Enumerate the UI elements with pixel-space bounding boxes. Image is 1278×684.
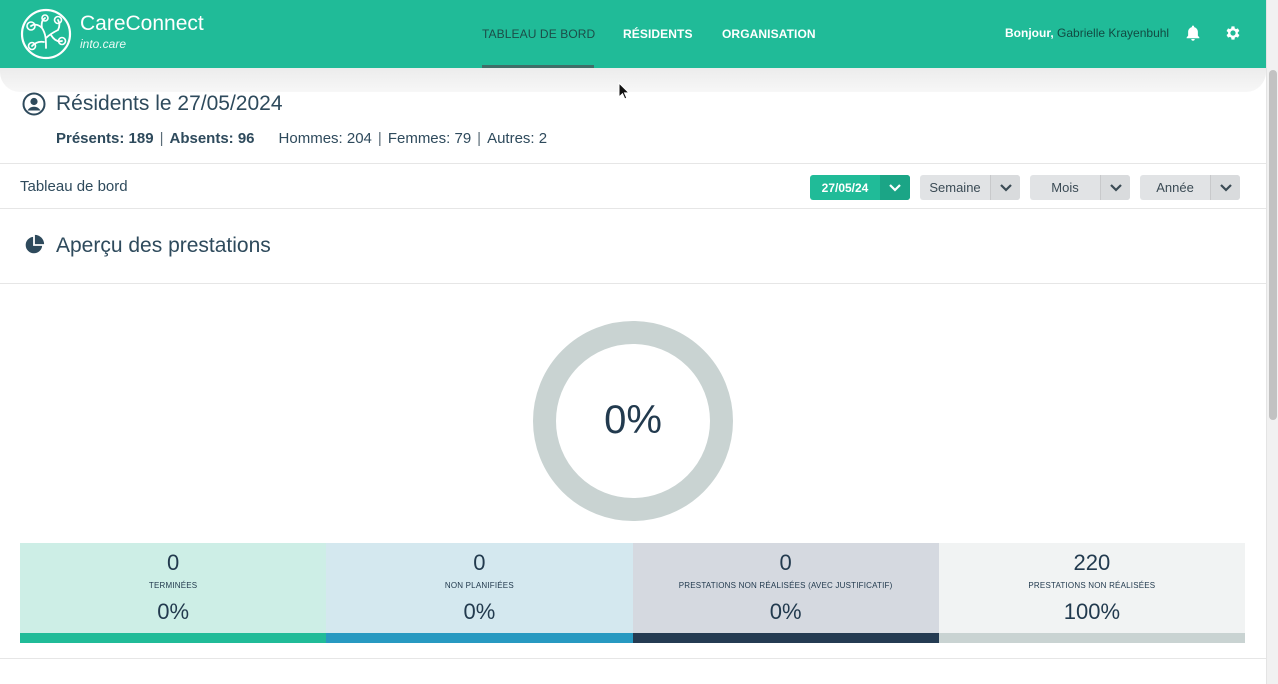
careconnect-logo-icon[interactable] [20, 8, 72, 60]
nav-tab-residents[interactable]: RÉSIDENTS [623, 27, 693, 41]
date-filter-label: 27/05/24 [821, 180, 869, 195]
week-filter-label: Semaine [929, 180, 981, 195]
nav-tab-tableau-de-bord[interactable]: TABLEAU DE BORD [482, 27, 595, 41]
page-scrollbar[interactable] [1266, 0, 1278, 684]
stat-count: 0 [779, 550, 792, 575]
stat-color-bar [326, 633, 633, 643]
divider [0, 163, 1266, 164]
absent-value: 96 [237, 130, 255, 147]
chevron-down-icon[interactable] [1210, 175, 1240, 200]
brand-name[interactable]: CareConnect [80, 12, 204, 36]
stat-color-bar [20, 633, 327, 643]
residents-title: Résidents le 27/05/2024 [56, 92, 283, 115]
bell-icon[interactable] [1184, 24, 1202, 42]
stat-percent: 100% [1063, 599, 1121, 624]
stat-color-bar [632, 633, 939, 643]
header-shadow-band [0, 68, 1266, 92]
stat-not-done-justified[interactable]: 0 PRESTATIONS NON RÉALISÉES (AVEC JUSTIF… [632, 543, 939, 643]
stat-unplanned[interactable]: 0 NON PLANIFIÉES 0% [326, 543, 633, 643]
men-count: Hommes: 204 [278, 130, 372, 147]
year-filter-label: Année [1156, 180, 1194, 195]
others-count: Autres: 2 [487, 130, 548, 147]
scrollbar-thumb[interactable] [1269, 70, 1277, 420]
residents-stats: Présents: 189 | Absents: 96 Hommes: 204 | Fem… [56, 130, 548, 147]
top-navigation-bar: CareConnect into.care TABLEAU DE BORD RÉ… [0, 0, 1266, 68]
stat-not-done[interactable]: 220 PRESTATIONS NON RÉALISÉES 100% [938, 543, 1245, 643]
date-filter-dropdown[interactable]: 27/05/24 [810, 175, 910, 200]
stat-percent: 0% [157, 599, 190, 624]
stat-label: PRESTATIONS NON RÉALISÉES (AVEC JUSTIFIC… [678, 581, 893, 590]
present-value: 189 [128, 130, 154, 147]
stat-completed[interactable]: 0 TERMINÉES 0% [20, 543, 327, 643]
stat-color-bar [938, 633, 1245, 643]
stat-percent: 0% [463, 599, 496, 624]
services-stats: 0 TERMINÉES 0% 0 NON PLANIFIÉES 0% 0 PRE… [20, 543, 1245, 643]
divider [0, 283, 1266, 284]
month-filter-dropdown[interactable]: Mois [1030, 175, 1130, 200]
user-greeting[interactable]: Bonjour, Gabrielle Krayenbuhl [1005, 26, 1169, 40]
stat-label: NON PLANIFIÉES [444, 581, 514, 590]
greeting-prefix: Bonjour, [1005, 26, 1054, 40]
chevron-down-icon[interactable] [1100, 175, 1130, 200]
mouse-cursor-icon [618, 82, 630, 100]
stat-count: 220 [1073, 550, 1111, 575]
donut-center-label: 0% [604, 398, 662, 442]
chevron-down-icon[interactable] [990, 175, 1020, 200]
women-count: Femmes: 79 [387, 130, 472, 147]
pie-chart-icon [25, 234, 45, 254]
stat-count: 0 [167, 550, 180, 575]
present-label: Présents: [56, 130, 125, 147]
user-name: Gabrielle Krayenbuhl [1057, 26, 1170, 40]
gear-icon[interactable] [1224, 24, 1242, 42]
year-filter-dropdown[interactable]: Année [1140, 175, 1240, 200]
stat-percent: 0% [769, 599, 802, 624]
stat-label: PRESTATIONS NON RÉALISÉES [1028, 581, 1156, 590]
week-filter-dropdown[interactable]: Semaine [920, 175, 1020, 200]
chevron-down-icon[interactable] [880, 175, 910, 200]
stat-count: 0 [473, 550, 486, 575]
absent-label: Absents: [169, 130, 234, 147]
section-title: Aperçu des prestations [56, 234, 271, 257]
divider [0, 658, 1266, 659]
user-circle-icon [22, 92, 46, 116]
nav-tab-organisation[interactable]: ORGANISATION [722, 27, 816, 41]
stat-label: TERMINÉES [148, 581, 198, 590]
dashboard-label: Tableau de bord [20, 178, 128, 195]
brand-subtitle: into.care [80, 37, 127, 51]
divider [0, 208, 1266, 209]
month-filter-label: Mois [1051, 180, 1079, 195]
